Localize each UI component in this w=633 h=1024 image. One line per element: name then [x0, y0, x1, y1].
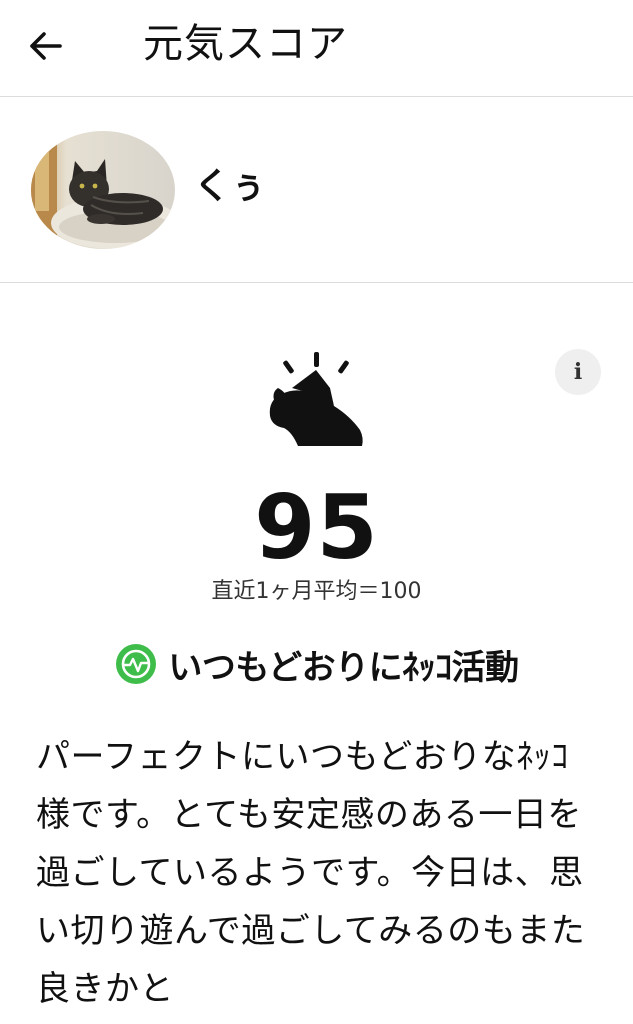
status-row: いつもどおりにﾈｯｺ活動: [0, 636, 633, 692]
arrow-left-icon: [30, 32, 62, 60]
heartbeat-check-icon: [116, 644, 157, 684]
back-button[interactable]: [26, 18, 86, 74]
monthly-average: 直近1ヶ月平均＝100: [211, 579, 422, 604]
pet-name: くぅ: [194, 166, 267, 207]
status-text: いつもどおりにﾈｯｺ活動: [168, 647, 519, 688]
page-title: 元気スコア: [143, 21, 348, 67]
score-value: 95: [254, 476, 379, 579]
cat-photo: [31, 131, 175, 249]
description-text: パーフェクトにいつもどおりなﾈｯｺ様です。とても安定感のある一日を過ごしているよ…: [36, 737, 586, 1009]
cat-happy-icon: [269, 352, 363, 446]
app-header: 元気スコア: [0, 0, 633, 97]
avatar[interactable]: [31, 131, 175, 249]
info-icon: i: [573, 359, 583, 385]
info-button[interactable]: i: [555, 349, 601, 395]
pet-profile: くぅ: [0, 97, 633, 283]
